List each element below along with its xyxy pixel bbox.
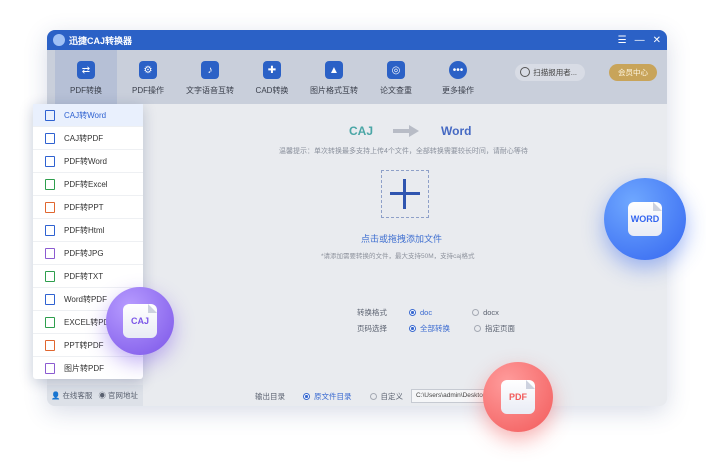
- page-all-radio[interactable]: 全部转换: [409, 323, 450, 334]
- tab-label: 论文查重: [380, 86, 412, 95]
- gear-icon: ⚙: [139, 61, 157, 79]
- member-label: 会员中心: [618, 68, 648, 77]
- convert-icon: ⇄: [77, 61, 95, 79]
- user-icon: [520, 67, 531, 77]
- tab-label: PDF操作: [132, 86, 164, 95]
- menu-item-pdf-html[interactable]: PDF转Html: [33, 219, 143, 242]
- arrow-right-icon: [393, 125, 421, 137]
- online-service-link[interactable]: 👤 在线客服: [51, 390, 92, 401]
- menu-item-pdf-ppt[interactable]: PDF转PPT: [33, 196, 143, 219]
- file-icon: [45, 363, 55, 374]
- menu-item-pdf-excel[interactable]: PDF转Excel: [33, 173, 143, 196]
- tab-cad[interactable]: ✚ CAD转换: [241, 50, 303, 96]
- user-label: 扫描报用者...: [533, 68, 577, 77]
- close-icon[interactable]: ✕: [653, 35, 661, 46]
- menu-item-pdf-jpg[interactable]: PDF转JPG: [33, 242, 143, 265]
- file-icon: [45, 316, 55, 328]
- image-icon: ▲: [325, 61, 343, 79]
- app-logo-icon: [53, 34, 65, 46]
- tab-more[interactable]: ••• 更多操作: [427, 50, 489, 96]
- drop-subtitle: *请添加需要转换的文件，最大支持50M，支持caj格式: [321, 253, 475, 260]
- file-icon: [45, 247, 55, 259]
- page-custom-radio[interactable]: 指定页面: [474, 323, 515, 334]
- menu-item-image-pdf[interactable]: 图片转PDF: [33, 357, 143, 380]
- word-badge-icon: WORD: [604, 178, 686, 260]
- file-icon: [45, 270, 55, 282]
- drop-title[interactable]: 点击或拖拽添加文件: [361, 232, 442, 245]
- conversion-header: CAJ Word: [349, 124, 471, 138]
- tab-pdf-operate[interactable]: ⚙ PDF操作: [117, 50, 179, 96]
- search-doc-icon: ◎: [387, 61, 405, 79]
- app-title: 迅捷CAJ转换器: [69, 35, 133, 46]
- menu-icon[interactable]: ☰: [618, 35, 627, 46]
- output-custom-radio[interactable]: 自定义: [369, 391, 403, 402]
- website-link[interactable]: ◉ 官网地址: [98, 390, 138, 401]
- tab-label: 文字语音互转: [186, 86, 234, 95]
- menu-item-caj-word[interactable]: CAJ转Word: [33, 104, 143, 127]
- menu-item-pdf-txt[interactable]: PDF转TXT: [33, 265, 143, 288]
- file-icon: [45, 293, 55, 305]
- tab-label: CAD转换: [255, 86, 289, 95]
- user-button[interactable]: 扫描报用者...: [515, 64, 585, 81]
- file-icon: [45, 339, 55, 351]
- pdf-badge-icon: PDF: [483, 362, 553, 432]
- member-center-button[interactable]: 会员中心: [609, 64, 657, 81]
- output-source-radio[interactable]: 原文件目录: [303, 391, 352, 402]
- menu-item-pdf-word[interactable]: PDF转Word: [33, 150, 143, 173]
- from-format: CAJ: [349, 124, 374, 138]
- minimize-icon[interactable]: —: [635, 35, 645, 46]
- tab-paper-check[interactable]: ◎ 论文查重: [365, 50, 427, 96]
- main-toolbar: ⇄ PDF转换 ⚙ PDF操作 ♪ 文字语音互转 ✚ CAD转换 ▲ 图片格式互…: [47, 50, 667, 104]
- tip-text: 温馨提示：单次转换最多支持上传4个文件，全部转换需要较长时间，请耐心等待: [279, 148, 528, 155]
- voice-icon: ♪: [201, 61, 219, 79]
- file-icon: [45, 132, 55, 144]
- format-doc-radio[interactable]: doc: [409, 308, 432, 317]
- page-row: 页码选择 全部转换 指定页面: [357, 323, 515, 334]
- sidebar-bottom: 👤 在线客服 ◉ 官网地址: [47, 385, 143, 406]
- tab-image[interactable]: ▲ 图片格式互转: [303, 50, 365, 96]
- title-bar: 迅捷CAJ转换器 ☰ — ✕: [47, 30, 667, 50]
- tab-voice[interactable]: ♪ 文字语音互转: [179, 50, 241, 96]
- caj-badge-icon: CAJ: [106, 287, 174, 355]
- tab-label: 图片格式互转: [310, 86, 358, 95]
- main-content: CAJ Word 温馨提示：单次转换最多支持上传4个文件，全部转换需要较长时间，…: [143, 104, 667, 406]
- drop-zone[interactable]: [381, 170, 429, 218]
- page-label: 页码选择: [357, 324, 387, 333]
- to-format: Word: [441, 124, 472, 138]
- output-label: 输出目录: [255, 391, 285, 401]
- file-icon: [45, 201, 55, 213]
- tab-label: PDF转换: [70, 86, 102, 95]
- format-label: 转换格式: [357, 308, 387, 317]
- output-row: 输出目录 原文件目录 自定义 C:\Users\admin\Desktop\: [255, 389, 501, 403]
- format-row: 转换格式 doc docx: [357, 307, 499, 318]
- cad-icon: ✚: [263, 61, 281, 79]
- file-icon: [45, 224, 55, 236]
- more-icon: •••: [449, 61, 467, 79]
- file-icon: [45, 178, 55, 190]
- menu-item-caj-pdf[interactable]: CAJ转PDF: [33, 127, 143, 150]
- plus-icon: [390, 179, 420, 209]
- tab-label: 更多操作: [442, 86, 474, 95]
- file-icon: [45, 109, 55, 121]
- file-icon: [45, 155, 55, 167]
- tab-pdf-convert[interactable]: ⇄ PDF转换: [55, 50, 117, 104]
- format-docx-radio[interactable]: docx: [472, 308, 499, 317]
